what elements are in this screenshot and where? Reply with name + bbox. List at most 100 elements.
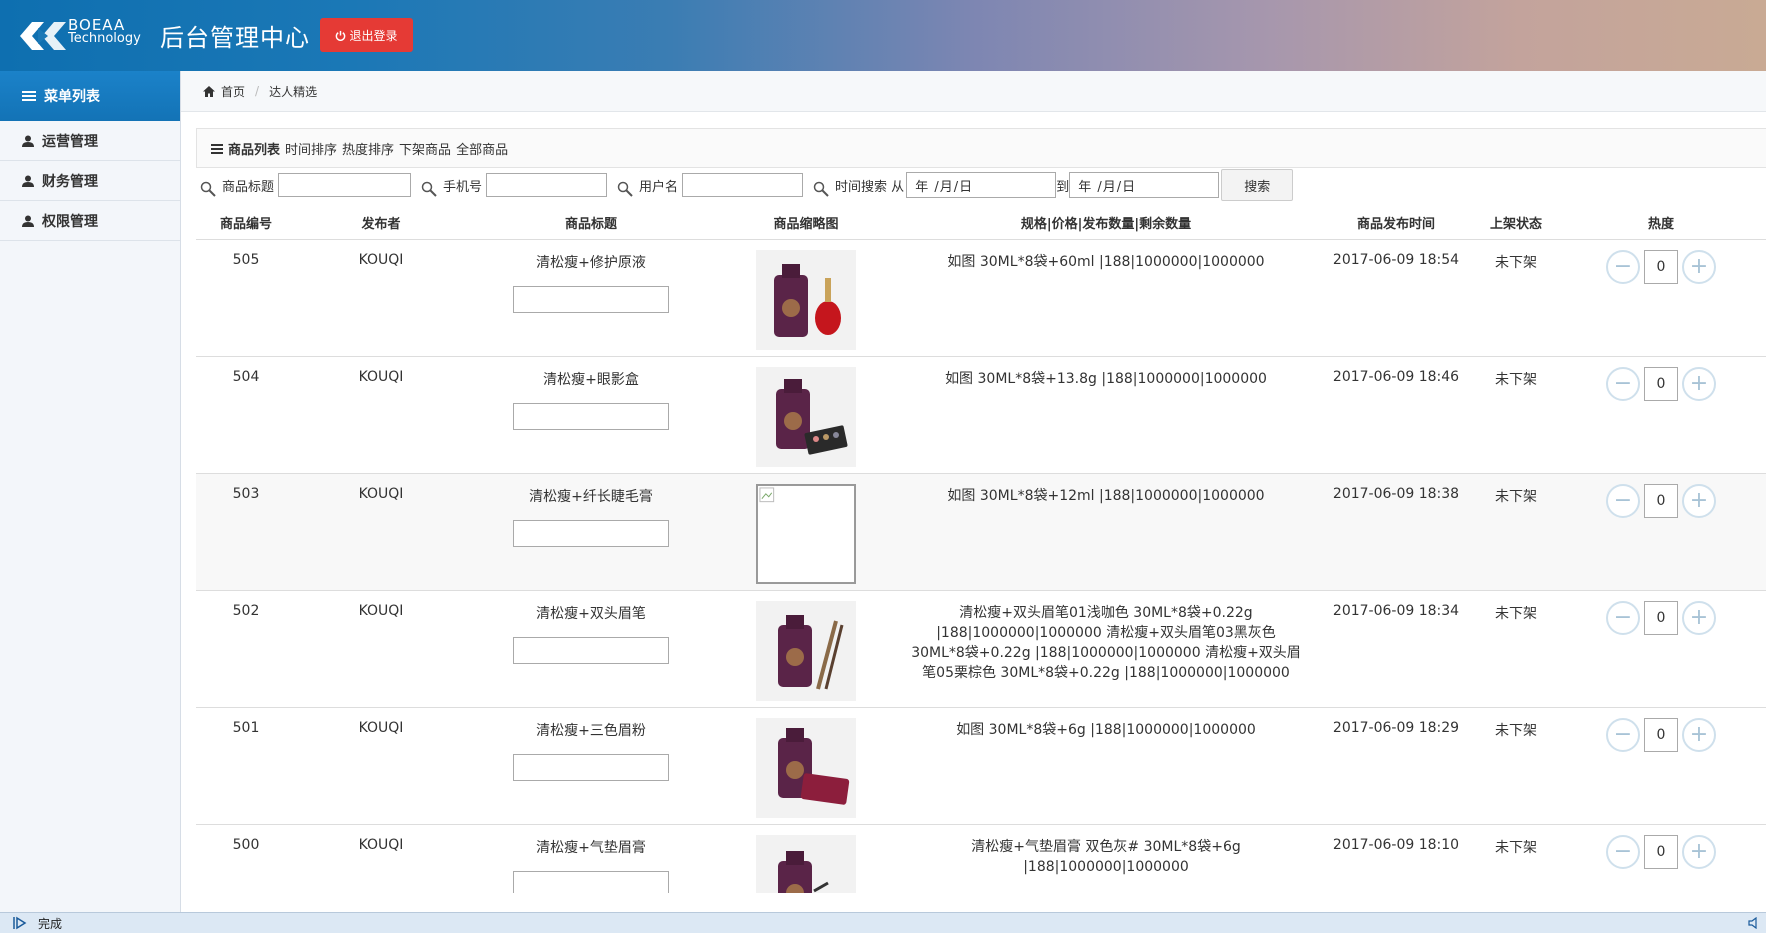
heat-value-input[interactable]: 0 bbox=[1644, 250, 1678, 284]
power-icon bbox=[336, 30, 346, 41]
logo-line-1: BOEAA bbox=[68, 16, 126, 34]
to-date-input[interactable]: 年 /月/日 bbox=[1069, 172, 1220, 198]
publisher: KOUQI bbox=[358, 369, 404, 385]
sort-by-heat-link[interactable]: 热度排序 bbox=[342, 139, 394, 158]
decrease-heat-button[interactable]: − bbox=[1606, 718, 1640, 752]
sidebar-heading[interactable]: 菜单列表 bbox=[0, 71, 180, 121]
sort-by-time-link[interactable]: 时间排序 bbox=[285, 139, 337, 158]
title-cell: 清松瘦+纤长睫毛膏 bbox=[466, 474, 716, 590]
sidebar-item-finance[interactable]: 财务管理 bbox=[0, 161, 180, 201]
status-text: 未下架 bbox=[1495, 723, 1537, 739]
status-text: 未下架 bbox=[1495, 255, 1537, 271]
product-thumbnail[interactable] bbox=[756, 250, 856, 350]
user-filter-input[interactable] bbox=[682, 173, 804, 197]
title-edit-input[interactable] bbox=[513, 637, 669, 664]
decrease-heat-button[interactable]: − bbox=[1606, 484, 1640, 518]
title-edit-input[interactable] bbox=[513, 871, 669, 893]
search-button[interactable]: 搜索 bbox=[1221, 169, 1294, 201]
list-icon bbox=[211, 143, 223, 154]
top-header: BOEAA Technology 后台管理中心 退出登录 bbox=[0, 0, 1766, 71]
title-filter-input[interactable] bbox=[278, 173, 412, 197]
list-icon bbox=[22, 91, 36, 101]
time-filter-label: 时间搜索 从 bbox=[835, 179, 905, 195]
increase-heat-button[interactable]: + bbox=[1682, 601, 1716, 635]
decrease-heat-button[interactable]: − bbox=[1606, 835, 1640, 869]
title-edit-input[interactable] bbox=[513, 286, 669, 313]
product-thumbnail[interactable] bbox=[756, 835, 856, 893]
phone-filter-label: 手机号 bbox=[443, 179, 483, 195]
sidebar-item-operations[interactable]: 运营管理 bbox=[0, 121, 180, 161]
increase-heat-button[interactable]: + bbox=[1682, 367, 1716, 401]
title-edit-input[interactable] bbox=[513, 754, 669, 781]
delisted-products-link[interactable]: 下架商品 bbox=[399, 139, 451, 158]
product-thumbnail[interactable] bbox=[756, 367, 856, 467]
title-edit-input[interactable] bbox=[513, 520, 669, 547]
breadcrumb-home[interactable]: 首页 bbox=[221, 83, 245, 100]
decrease-heat-button[interactable]: − bbox=[1606, 601, 1640, 635]
spec-text: 清松瘦+气垫眉膏 双色灰# 30ML*8袋+6g |188|1000000|10… bbox=[971, 839, 1241, 875]
title-edit-input[interactable] bbox=[513, 403, 669, 430]
heat-value-input[interactable]: 0 bbox=[1644, 718, 1678, 752]
app-title: 后台管理中心 bbox=[160, 24, 310, 52]
status-text: 完成 bbox=[38, 916, 63, 931]
increase-heat-button[interactable]: + bbox=[1682, 835, 1716, 869]
status-text: 未下架 bbox=[1495, 489, 1537, 505]
heat-value-input[interactable]: 0 bbox=[1644, 484, 1678, 518]
column-header-heat: 热度 bbox=[1647, 216, 1674, 232]
spec-text: 如图 30ML*8袋+60ml |188|1000000|1000000 bbox=[947, 254, 1265, 270]
title-filter-label: 商品标题 bbox=[222, 179, 275, 195]
column-header-time: 商品发布时间 bbox=[1356, 216, 1435, 232]
spec-cell: 如图 30ML*8袋+60ml |188|1000000|1000000 bbox=[896, 240, 1316, 356]
heat-cell: − 0 + bbox=[1556, 591, 1766, 707]
product-title: 清松瘦+修护原液 bbox=[536, 255, 646, 271]
increase-heat-button[interactable]: + bbox=[1682, 718, 1716, 752]
table-row: 500 KOUQI 清松瘦+气垫眉膏 清松瘦+气垫眉膏 双色灰# 30ML*8袋… bbox=[196, 825, 1766, 893]
increase-heat-button[interactable]: + bbox=[1682, 250, 1716, 284]
column-header-spec: 规格|价格|发布数量|剩余数量 bbox=[1020, 216, 1192, 232]
sidebar-item-permissions[interactable]: 权限管理 bbox=[0, 201, 180, 241]
heat-cell: − 0 + bbox=[1556, 708, 1766, 824]
to-label: 到 bbox=[1056, 179, 1070, 195]
column-header-title: 商品标题 bbox=[564, 216, 617, 232]
spec-cell: 如图 30ML*8袋+13.8g |188|1000000|1000000 bbox=[896, 357, 1316, 473]
spec-text: 清松瘦+双头眉笔01浅咖色 30ML*8袋+0.22g |188|1000000… bbox=[911, 605, 1301, 681]
all-products-link[interactable]: 全部商品 bbox=[456, 139, 508, 158]
logout-button[interactable]: 退出登录 bbox=[320, 18, 413, 52]
search-icon bbox=[421, 181, 437, 197]
title-cell: 清松瘦+双头眉笔 bbox=[466, 591, 716, 707]
publish-time: 2017-06-09 18:10 bbox=[1332, 837, 1460, 853]
product-title: 清松瘦+纤长睫毛膏 bbox=[529, 489, 653, 505]
thumbnail-cell bbox=[716, 708, 896, 824]
publish-time: 2017-06-09 18:38 bbox=[1332, 486, 1460, 502]
logout-label: 退出登录 bbox=[349, 28, 398, 43]
browser-status-bar: 完成 bbox=[0, 912, 1766, 933]
thumbnail-cell bbox=[716, 591, 896, 707]
product-id: 503 bbox=[232, 486, 260, 502]
column-header-status: 上架状态 bbox=[1489, 216, 1542, 232]
page-status-icon bbox=[13, 916, 27, 930]
heat-value-input[interactable]: 0 bbox=[1644, 367, 1678, 401]
thumbnail-cell bbox=[716, 357, 896, 473]
user-icon bbox=[22, 175, 34, 187]
table-header: 商品编号 发布者 商品标题 商品缩略图 规格|价格|发布数量|剩余数量 商品发布… bbox=[196, 205, 1766, 240]
speaker-icon[interactable] bbox=[1748, 917, 1760, 929]
phone-filter-input[interactable] bbox=[486, 173, 608, 197]
decrease-heat-button[interactable]: − bbox=[1606, 250, 1640, 284]
heat-cell: − 0 + bbox=[1556, 357, 1766, 473]
from-date-input[interactable]: 年 /月/日 bbox=[906, 172, 1057, 198]
product-thumbnail[interactable] bbox=[756, 601, 856, 701]
decrease-heat-button[interactable]: − bbox=[1606, 367, 1640, 401]
broken-image-icon[interactable] bbox=[756, 484, 856, 584]
status-text: 未下架 bbox=[1495, 840, 1537, 856]
publish-time: 2017-06-09 18:54 bbox=[1332, 252, 1460, 268]
search-icon bbox=[200, 181, 216, 197]
heat-value-input[interactable]: 0 bbox=[1644, 601, 1678, 635]
thumbnail-cell bbox=[716, 240, 896, 356]
publisher: KOUQI bbox=[358, 603, 404, 619]
breadcrumb-separator: / bbox=[255, 84, 260, 98]
increase-heat-button[interactable]: + bbox=[1682, 484, 1716, 518]
product-thumbnail[interactable] bbox=[756, 718, 856, 818]
heat-value-input[interactable]: 0 bbox=[1644, 835, 1678, 869]
heat-cell: − 0 + bbox=[1556, 474, 1766, 590]
spec-text: 如图 30ML*8袋+12ml |188|1000000|1000000 bbox=[947, 488, 1265, 504]
